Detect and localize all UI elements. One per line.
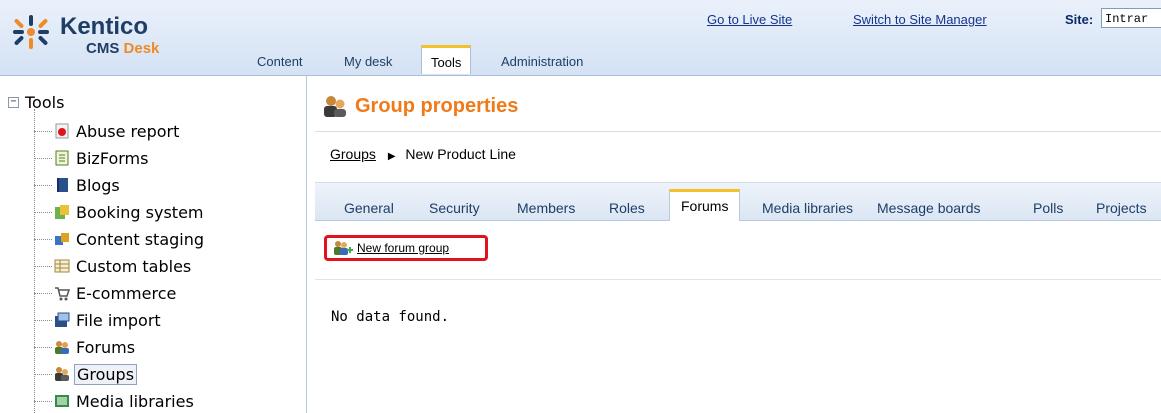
tree-item-groups[interactable]: Groups: [34, 362, 138, 386]
tree-item-ecommerce[interactable]: E-commerce: [34, 281, 178, 305]
content-staging-icon: [55, 233, 69, 245]
tree-root-tools[interactable]: − Tools: [8, 93, 64, 112]
ecommerce-icon: [55, 287, 70, 301]
new-forum-group-icon: [334, 241, 353, 255]
groups-icon: [55, 367, 69, 381]
title-bar: Group properties: [315, 76, 1161, 132]
tree-item-blogs[interactable]: Blogs: [34, 173, 122, 197]
booking-system-icon: [55, 205, 69, 219]
group-properties-icon: [324, 96, 346, 117]
tree-item-file-import[interactable]: File import: [34, 308, 163, 332]
tab-members[interactable]: Members: [517, 200, 575, 216]
new-forum-group-label: New forum group: [357, 241, 450, 255]
site-select[interactable]: Intrar: [1101, 8, 1161, 28]
tree-connector: [34, 238, 52, 240]
tree-item-label: Forums: [76, 337, 136, 357]
tree-item-bizforms[interactable]: BizForms: [34, 146, 150, 170]
tools-tree: − Tools Abuse report BizForms Blogs Book…: [0, 76, 307, 413]
forums-icon: [55, 341, 69, 354]
tab-projects[interactable]: Projects: [1096, 200, 1147, 216]
tab-forums[interactable]: Forums: [669, 189, 741, 221]
tree-item-forums[interactable]: Forums: [34, 335, 137, 359]
tree-connector: [34, 373, 52, 375]
tree-root-label: Tools: [25, 93, 65, 112]
tree-item-label: Custom tables: [76, 256, 192, 276]
tree-connector: [34, 292, 52, 294]
tree-item-label: E-commerce: [76, 283, 177, 303]
tree-item-label: Media libraries: [76, 391, 194, 411]
action-bar: New forum group: [315, 220, 1161, 280]
tab-media-libraries[interactable]: Media libraries: [762, 200, 853, 216]
breadcrumb-groups-link[interactable]: Groups: [330, 146, 376, 162]
tab-content[interactable]: Content: [257, 54, 303, 69]
tree-item-label: Abuse report: [76, 121, 180, 141]
tab-tools[interactable]: Tools: [421, 45, 472, 74]
main-tabs: Content My desk Tools Administration: [0, 45, 1161, 75]
logo-name: Kentico: [60, 13, 149, 40]
tree-item-custom-tables[interactable]: Custom tables: [34, 254, 193, 278]
content-area: Group properties Groups ▶ New Product Li…: [315, 76, 1161, 413]
tree-connector: [34, 265, 52, 267]
abuse-report-icon: [55, 123, 69, 139]
tree-item-label: Groups: [74, 363, 138, 385]
group-tabs: General Security Members Roles Forums Me…: [315, 182, 1161, 221]
custom-tables-icon: [54, 259, 70, 273]
tree-item-label: Blogs: [76, 175, 120, 195]
tab-my-desk[interactable]: My desk: [344, 54, 392, 69]
media-libraries-icon: [55, 395, 69, 407]
tree-connector: [34, 211, 52, 213]
tree-item-booking-system[interactable]: Booking system: [34, 200, 206, 224]
go-to-live-site-link[interactable]: Go to Live Site: [707, 12, 792, 27]
tab-administration[interactable]: Administration: [501, 54, 583, 69]
tree-connector: [34, 319, 52, 321]
tree-connector: [34, 184, 52, 186]
tab-general[interactable]: General: [344, 200, 394, 216]
file-import-icon: [55, 312, 70, 327]
tree-item-content-staging[interactable]: Content staging: [34, 227, 206, 251]
tree-item-label: BizForms: [76, 148, 149, 168]
tree-connector: [34, 130, 52, 132]
new-forum-group-button[interactable]: New forum group: [324, 235, 488, 261]
tab-roles[interactable]: Roles: [609, 200, 645, 216]
site-label: Site:: [1065, 12, 1094, 27]
breadcrumb: Groups ▶ New Product Line: [330, 146, 516, 162]
no-data-message: No data found.: [331, 309, 450, 325]
breadcrumb-current: New Product Line: [405, 146, 516, 162]
tree-connector: [34, 400, 52, 402]
page-title: Group properties: [355, 95, 519, 117]
blogs-icon: [57, 178, 68, 192]
header-bar: Kentico CMS Desk Go to Live Site Switch …: [0, 0, 1161, 76]
collapse-icon[interactable]: −: [8, 97, 19, 108]
tree-connector: [34, 157, 52, 159]
tab-message-boards[interactable]: Message boards: [877, 200, 981, 216]
bizforms-icon: [55, 150, 69, 166]
tree-item-label: Booking system: [76, 202, 204, 222]
switch-to-site-manager-link[interactable]: Switch to Site Manager: [853, 12, 987, 27]
breadcrumb-arrow-icon: ▶: [387, 151, 396, 162]
tree-item-label: Content staging: [76, 229, 205, 249]
tree-connector: [34, 346, 52, 348]
tab-security[interactable]: Security: [429, 200, 480, 216]
tree-item-label: File import: [76, 310, 161, 330]
tab-polls[interactable]: Polls: [1033, 200, 1063, 216]
tree-item-abuse-report[interactable]: Abuse report: [34, 119, 181, 143]
tree-item-media-libraries[interactable]: Media libraries: [34, 389, 196, 413]
kentico-logo-icon: [13, 15, 49, 49]
